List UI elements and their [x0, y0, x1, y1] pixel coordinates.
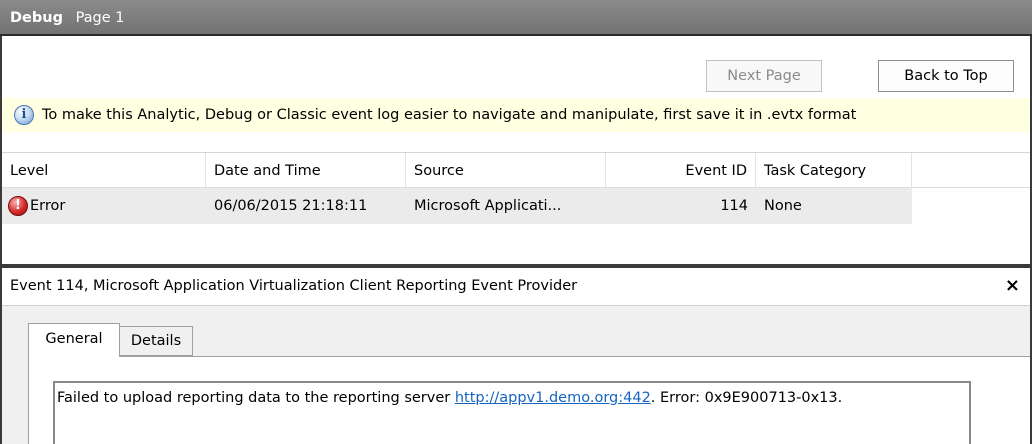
event-grid: Level Date and Time Source Event ID Task…	[2, 152, 1030, 264]
page-indicator: Page 1	[75, 10, 125, 26]
column-header-event-id[interactable]: Event ID	[606, 153, 756, 189]
tab-general[interactable]: General	[28, 323, 120, 357]
close-icon[interactable]: ×	[1005, 270, 1020, 302]
column-header-level[interactable]: Level	[2, 153, 206, 189]
grid-header: Level Date and Time Source Event ID Task…	[2, 152, 1030, 189]
level-text: Error	[30, 198, 66, 214]
message-text-before-link: Failed to upload reporting data to the r…	[57, 390, 455, 406]
cell-event-id: 114	[720, 198, 748, 214]
cell-task-category: None	[764, 198, 802, 214]
column-header-source[interactable]: Source	[406, 153, 606, 189]
cell-level: ! Error	[2, 188, 206, 224]
reporting-server-link[interactable]: http://appv1.demo.org:442	[455, 390, 651, 406]
event-details-title-bar: Event 114, Microsoft Application Virtual…	[2, 268, 1030, 306]
event-message-box: Failed to upload reporting data to the r…	[53, 381, 971, 444]
event-list-pane: Next Page Back to Top i To make this Ana…	[0, 36, 1032, 264]
back-to-top-button[interactable]: Back to Top	[878, 60, 1014, 92]
general-tab-panel: Failed to upload reporting data to the r…	[28, 356, 1030, 444]
next-page-button[interactable]: Next Page	[706, 60, 822, 92]
log-name: Debug	[10, 10, 63, 26]
error-icon: !	[8, 196, 28, 216]
message-text-after-link: . Error: 0x9E900713-0x13.	[650, 390, 843, 406]
info-bar: i To make this Analytic, Debug or Classi…	[2, 98, 1030, 132]
table-row[interactable]: ! Error 06/06/2015 21:18:11 Microsoft Ap…	[2, 188, 912, 224]
cell-source: Microsoft Applicati...	[414, 198, 562, 214]
event-details-title: Event 114, Microsoft Application Virtual…	[10, 278, 578, 294]
tab-details[interactable]: Details	[119, 326, 193, 356]
column-header-task-category[interactable]: Task Category	[756, 153, 912, 189]
cell-date-time: 06/06/2015 21:18:11	[214, 198, 368, 214]
column-header-date-time[interactable]: Date and Time	[206, 153, 406, 189]
event-viewer-window: Debug Page 1 Next Page Back to Top i To …	[0, 0, 1032, 444]
log-title-bar: Debug Page 1	[0, 0, 1032, 36]
info-icon: i	[14, 105, 34, 125]
info-message: To make this Analytic, Debug or Classic …	[42, 107, 857, 123]
event-details-pane: Event 114, Microsoft Application Virtual…	[0, 268, 1032, 444]
